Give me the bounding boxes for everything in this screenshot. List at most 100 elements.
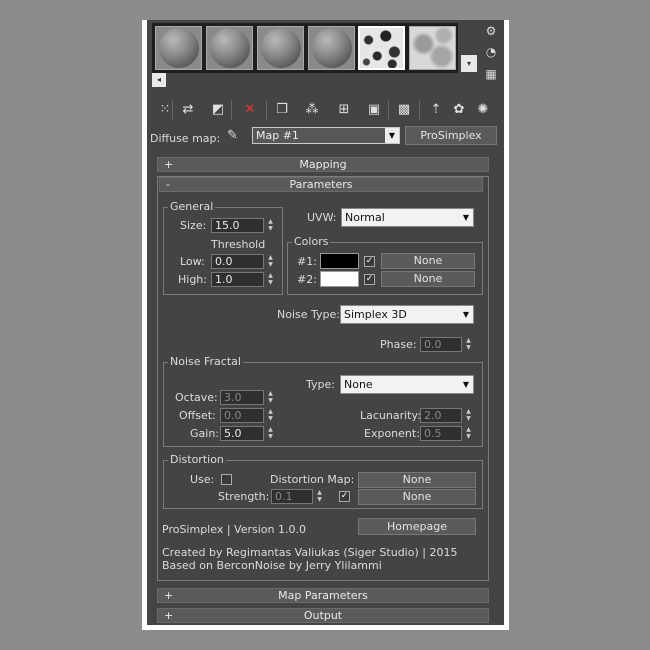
exponent-spinner-arrows[interactable]: ▲ ▼: [464, 426, 473, 441]
toolbar-separator: [388, 100, 389, 120]
toolbar-separator: [172, 100, 173, 120]
sample-slot-4[interactable]: [308, 26, 355, 70]
noise-preview: [410, 27, 455, 69]
uvw-dropdown[interactable]: Normal ▼: [341, 208, 474, 227]
lacunarity-spinner-field[interactable]: 2.0: [420, 408, 462, 423]
material-sphere-preview: [159, 28, 199, 68]
slots-scroll-left-button[interactable]: ◂: [152, 73, 166, 87]
high-spinner-arrows[interactable]: ▲ ▼: [266, 272, 275, 287]
size-spinner-field[interactable]: 15.0: [211, 218, 264, 233]
color1-map-button[interactable]: None: [381, 253, 475, 269]
copy-material-icon[interactable]: ❐: [272, 100, 292, 120]
high-spinner-field[interactable]: 1.0: [211, 272, 264, 287]
map-parameters-rollout[interactable]: + Map Parameters: [157, 588, 489, 603]
offset-spinner-field[interactable]: 0.0: [220, 408, 264, 423]
low-spinner-arrows[interactable]: ▲ ▼: [266, 254, 275, 269]
phase-spinner-field[interactable]: 0.0: [420, 337, 462, 352]
sample-slot-5-active[interactable]: [358, 26, 405, 70]
parameters-rollout-title: Parameters: [289, 178, 353, 191]
put-to-library-icon[interactable]: ⊞: [334, 100, 354, 120]
mapping-rollout[interactable]: + Mapping: [157, 157, 489, 172]
color2-map-button[interactable]: None: [381, 271, 475, 287]
sample-type-icon[interactable]: ⚙: [483, 23, 499, 39]
toolbar-separator: [419, 100, 420, 120]
make-unique-icon[interactable]: ⁂: [302, 100, 322, 120]
distortion-use-checkbox[interactable]: [221, 474, 232, 485]
sample-slot-1[interactable]: [155, 26, 202, 70]
fractal-type-value: None: [344, 378, 373, 391]
go-to-parent-icon[interactable]: ⇡: [426, 100, 446, 120]
low-label: Low:: [180, 255, 205, 268]
eyedropper-icon[interactable]: ✎: [227, 128, 243, 144]
version-text: ProSimplex | Version 1.0.0: [162, 523, 306, 536]
color2-map-checkbox[interactable]: ✓: [364, 274, 375, 285]
material-sphere-preview: [312, 28, 352, 68]
distortion-map-label: Distortion Map:: [270, 473, 355, 486]
color1-map-checkbox[interactable]: ✓: [364, 256, 375, 267]
color1-swatch[interactable]: [320, 253, 359, 269]
color2-label: #2:: [297, 273, 317, 286]
use-label: Use:: [190, 473, 215, 486]
octave-label: Octave:: [175, 391, 218, 404]
backlight-icon[interactable]: ◔: [483, 44, 499, 60]
reset-icon[interactable]: ✕: [240, 100, 260, 120]
background-icon[interactable]: ▦: [483, 66, 499, 82]
offset-label: Offset:: [179, 409, 216, 422]
parameters-rollout[interactable]: - Parameters: [159, 177, 483, 192]
exponent-label: Exponent:: [364, 427, 420, 440]
go-forward-icon[interactable]: ✿: [449, 100, 469, 120]
lacunarity-label: Lacunarity:: [360, 409, 421, 422]
strength-map-button[interactable]: None: [358, 489, 476, 505]
credit-line-1: Created by Regimantas Valiukas (Siger St…: [162, 546, 458, 559]
map-parameters-rollout-title: Map Parameters: [278, 589, 368, 602]
show-in-viewport-icon[interactable]: ▩: [394, 100, 414, 120]
material-editor-panel: ◂ ▾ ⚙ ◔ ▦ ⁙ ⇄ ◩ ✕ ❐ ⁂ ⊞ ▣ ▩ ⇡ ✿ ✺ Diffus…: [147, 20, 504, 625]
map-name-value: Map #1: [256, 129, 299, 142]
offset-spinner-arrows[interactable]: ▲ ▼: [266, 408, 275, 423]
color1-label: #1:: [297, 255, 317, 268]
distortion-group-title: Distortion: [168, 453, 226, 466]
map-name-field[interactable]: Map #1 ▼: [252, 127, 400, 144]
expand-icon: +: [164, 609, 174, 622]
distortion-map-button[interactable]: None: [358, 472, 476, 488]
mapping-rollout-title: Mapping: [299, 158, 347, 171]
exponent-spinner-field[interactable]: 0.5: [420, 426, 462, 441]
sample-slot-6[interactable]: [409, 26, 456, 70]
expand-icon: +: [164, 158, 174, 171]
pick-material-icon[interactable]: ✺: [473, 100, 493, 120]
credit-line-2: Based on BerconNoise by Jerry Ylilammi: [162, 559, 382, 572]
material-sphere-preview: [261, 28, 301, 68]
phase-spinner-arrows[interactable]: ▲ ▼: [464, 337, 473, 352]
map-name-dropdown-arrow[interactable]: ▼: [385, 128, 399, 143]
high-label: High:: [178, 273, 207, 286]
size-label: Size:: [180, 219, 207, 232]
homepage-button[interactable]: Homepage: [358, 518, 476, 535]
material-id-icon[interactable]: ▣: [364, 100, 384, 120]
strength-spinner-arrows[interactable]: ▲ ▼: [315, 489, 324, 504]
sample-slot-2[interactable]: [206, 26, 253, 70]
fractal-type-dropdown[interactable]: None ▼: [340, 375, 474, 394]
put-to-scene-icon[interactable]: ⇄: [178, 100, 198, 120]
gain-spinner-arrows[interactable]: ▲ ▼: [266, 426, 275, 441]
size-spinner-arrows[interactable]: ▲ ▼: [266, 218, 275, 233]
lacunarity-spinner-arrows[interactable]: ▲ ▼: [464, 408, 473, 423]
gain-spinner-field[interactable]: 5.0: [220, 426, 264, 441]
color2-swatch[interactable]: [320, 271, 359, 287]
map-type-button[interactable]: ProSimplex: [405, 126, 497, 145]
threshold-label: Threshold: [211, 238, 266, 251]
assign-to-selection-icon[interactable]: ◩: [208, 100, 228, 120]
noise-fractal-group-title: Noise Fractal: [168, 355, 243, 368]
strength-map-checkbox[interactable]: ✓: [339, 491, 350, 502]
chevron-down-icon: ▼: [462, 213, 469, 222]
output-rollout[interactable]: + Output: [157, 608, 489, 623]
octave-spinner-field[interactable]: 3.0: [220, 390, 264, 405]
low-spinner-field[interactable]: 0.0: [211, 254, 264, 269]
octave-spinner-arrows[interactable]: ▲ ▼: [266, 390, 275, 405]
output-rollout-title: Output: [303, 609, 343, 622]
sample-slot-3[interactable]: [257, 26, 304, 70]
uvw-label: UVW:: [307, 211, 337, 224]
chevron-down-icon: ▼: [462, 380, 469, 389]
slots-scroll-down-button[interactable]: ▾: [461, 55, 477, 72]
noise-type-dropdown[interactable]: Simplex 3D ▼: [340, 305, 474, 324]
strength-spinner-field[interactable]: 0.1: [271, 489, 313, 504]
